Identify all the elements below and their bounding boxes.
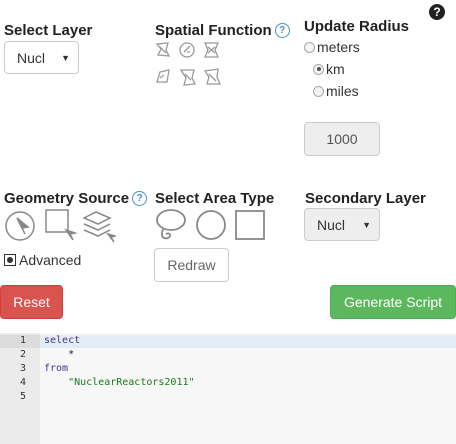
area-type-icons (156, 209, 265, 240)
generate-script-button[interactable]: Generate Script (330, 285, 456, 319)
code-line[interactable]: "NuclearReactors2011" (44, 377, 194, 388)
secondary-layer-heading: Secondary Layer (305, 190, 426, 207)
rectangle-icon[interactable] (235, 210, 265, 240)
within-icon[interactable] (204, 42, 219, 58)
lasso-icon[interactable] (156, 209, 186, 240)
select-layer-value: Nucl (17, 49, 46, 66)
intersects-icon[interactable] (155, 42, 171, 57)
line-number: 3 (19, 363, 26, 374)
line-number: 4 (19, 377, 26, 388)
spatial-function-heading: Spatial Function? (155, 22, 290, 39)
chevron-down-icon: ▼ (61, 52, 70, 63)
radio-km[interactable]: km (313, 61, 345, 77)
geometry-source-heading: Geometry Source? (4, 190, 148, 207)
geometry-source-icons (5, 209, 116, 243)
code-editor[interactable]: 1 2 3 4 5 select * from "NuclearReactors… (0, 333, 456, 444)
code-line[interactable]: * (44, 349, 74, 360)
select-layer-heading: Select Layer (4, 22, 93, 39)
radio-button[interactable] (313, 63, 324, 75)
select-area-type-heading: Select Area Type (155, 190, 275, 207)
select-layer-dropdown[interactable]: Nucl ▼ (4, 41, 79, 74)
secondary-layer-value: Nucl (317, 216, 346, 233)
circle-icon[interactable] (196, 210, 226, 240)
line-number: 5 (19, 391, 26, 402)
contains-icon[interactable] (179, 42, 195, 58)
update-radius-heading: Update Radius (304, 18, 410, 35)
help-icon[interactable]: ? (429, 4, 445, 20)
redraw-button[interactable]: Redraw (154, 248, 229, 282)
checkbox[interactable] (4, 254, 16, 266)
line-number: 1 (19, 335, 26, 346)
help-icon[interactable]: ? (274, 23, 290, 38)
point-select-icon[interactable] (5, 211, 35, 241)
active-line-highlight (40, 335, 456, 348)
help-icon[interactable]: ? (132, 191, 148, 206)
code-line[interactable]: from (44, 363, 68, 374)
line-number: 2 (19, 349, 26, 360)
disjoint-icon[interactable] (203, 68, 221, 85)
radio-meters[interactable]: meters (304, 39, 360, 55)
radio-button[interactable] (313, 85, 324, 97)
reset-button[interactable]: Reset (0, 285, 63, 319)
radius-input[interactable]: 1000 (304, 122, 380, 156)
overlaps-icon[interactable] (179, 69, 197, 86)
advanced-checkbox[interactable]: Advanced (4, 252, 81, 268)
radio-button[interactable] (304, 41, 315, 53)
touches-icon[interactable] (156, 69, 170, 83)
box-select-icon[interactable] (45, 209, 78, 241)
code-line[interactable]: select (44, 335, 80, 346)
radio-miles[interactable]: miles (313, 83, 359, 99)
layers-select-icon[interactable] (82, 211, 116, 243)
secondary-layer-dropdown[interactable]: Nucl ▼ (304, 208, 380, 241)
spatial-function-icons (155, 42, 221, 86)
chevron-down-icon: ▼ (362, 219, 371, 230)
